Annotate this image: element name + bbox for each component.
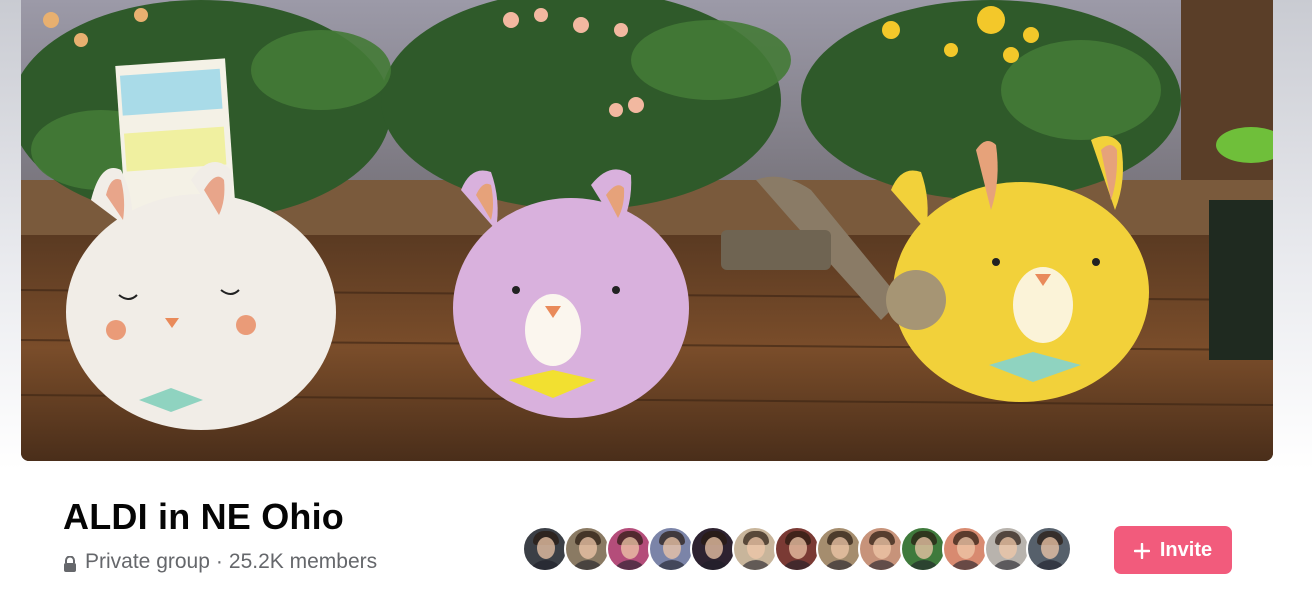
avatar-face bbox=[831, 537, 849, 559]
avatar-body bbox=[822, 560, 858, 570]
avatar-body bbox=[612, 560, 648, 570]
avatar-face bbox=[957, 537, 975, 559]
member-avatar-9[interactable] bbox=[858, 526, 904, 572]
cover-photo[interactable] bbox=[21, 0, 1273, 461]
avatar-face bbox=[579, 537, 597, 559]
member-avatar-6[interactable] bbox=[732, 526, 778, 572]
avatar-face bbox=[621, 537, 639, 559]
avatar-face bbox=[705, 537, 723, 559]
member-avatar-11[interactable] bbox=[942, 526, 988, 572]
avatar-body bbox=[738, 560, 774, 570]
avatar-body bbox=[864, 560, 900, 570]
member-avatar-1[interactable] bbox=[522, 526, 568, 572]
group-title[interactable]: ALDI in NE Ohio bbox=[63, 496, 344, 538]
lock-icon bbox=[63, 554, 77, 572]
avatar-body bbox=[948, 560, 984, 570]
member-count[interactable]: 25.2K members bbox=[229, 550, 377, 574]
member-avatar-5[interactable] bbox=[690, 526, 736, 572]
member-avatar-12[interactable] bbox=[984, 526, 1030, 572]
avatar-face bbox=[663, 537, 681, 559]
plus-icon bbox=[1133, 542, 1151, 560]
member-avatar-7[interactable] bbox=[774, 526, 820, 572]
member-avatar-2[interactable] bbox=[564, 526, 610, 572]
avatar-face bbox=[537, 537, 555, 559]
avatar-face bbox=[1041, 537, 1059, 559]
avatar-face bbox=[999, 537, 1017, 559]
member-avatar-4[interactable] bbox=[648, 526, 694, 572]
avatar-body bbox=[906, 560, 942, 570]
member-avatar-3[interactable] bbox=[606, 526, 652, 572]
meta-separator: · bbox=[215, 550, 223, 573]
invite-label: Invite bbox=[1159, 538, 1213, 561]
group-meta: Private group · 25.2K members bbox=[63, 550, 377, 574]
member-avatar-10[interactable] bbox=[900, 526, 946, 572]
avatar-body bbox=[570, 560, 606, 570]
member-facepile[interactable] bbox=[522, 526, 1072, 574]
avatar-face bbox=[873, 537, 891, 559]
avatar-body bbox=[528, 560, 564, 570]
avatar-body bbox=[696, 560, 732, 570]
avatar-body bbox=[654, 560, 690, 570]
group-header: ALDI in NE Ohio Private group · 25.2K me… bbox=[0, 470, 1312, 608]
avatar-body bbox=[1032, 560, 1068, 570]
avatar-face bbox=[915, 537, 933, 559]
avatar-face bbox=[747, 537, 765, 559]
avatar-face bbox=[789, 537, 807, 559]
avatar-body bbox=[780, 560, 816, 570]
avatar-body bbox=[990, 560, 1026, 570]
member-avatar-13[interactable] bbox=[1026, 526, 1072, 572]
member-avatar-8[interactable] bbox=[816, 526, 862, 572]
privacy-label: Private group bbox=[85, 550, 210, 573]
cover-photo-illustration bbox=[21, 0, 1273, 461]
invite-button[interactable]: Invite bbox=[1114, 526, 1232, 574]
